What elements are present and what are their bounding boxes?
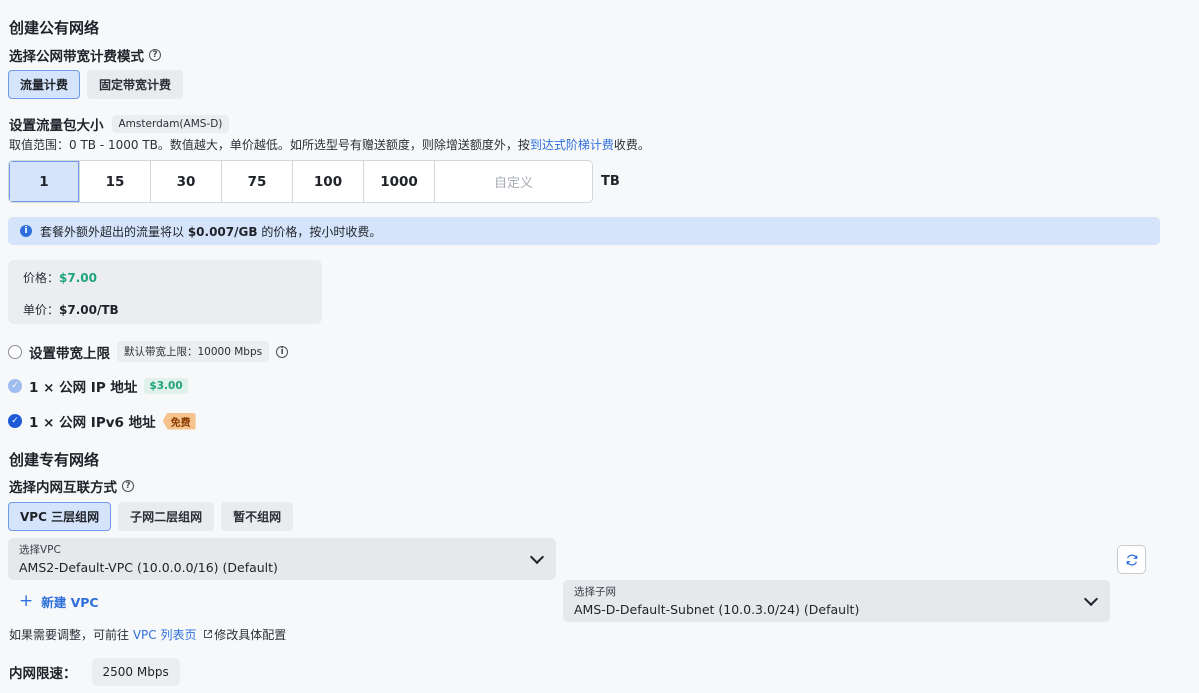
new-vpc-label: 新建 VPC: [41, 594, 99, 610]
traffic-size-selector: 1 15 30 75 100 1000 自定义 TB: [8, 160, 620, 203]
new-vpc-button[interactable]: + 新建 VPC: [19, 591, 99, 611]
ipv4-label: 1 × 公网 IP 地址: [29, 380, 138, 396]
range-text-prefix: 取值范围：0 TB - 1000 TB。数值越大，单价越低。如所选型号有赠送额度…: [9, 138, 530, 152]
size-option-75[interactable]: 75: [222, 161, 293, 202]
traffic-size-options: 1 15 30 75 100 1000 自定义: [8, 160, 593, 203]
size-option-30[interactable]: 30: [151, 161, 222, 202]
internal-speed-row: 内网限速： 2500 Mbps: [9, 658, 180, 686]
mode-vpc-button[interactable]: VPC 三层组网: [8, 502, 112, 531]
interconnect-mode-title-text: 选择内网互联方式: [9, 480, 117, 496]
bandwidth-limit-radio[interactable]: [8, 344, 22, 359]
internal-speed-value: 2500 Mbps: [91, 658, 180, 686]
bandwidth-limit-option[interactable]: 设置带宽上限 默认带宽上限：10000 Mbps i: [8, 341, 289, 362]
unit-price-label: 单价：: [23, 303, 60, 317]
mode-subnet-button[interactable]: 子网二层组网: [118, 502, 215, 531]
external-link-icon[interactable]: [203, 629, 213, 639]
billing-mode-title: 选择公网带宽计费模式 ?: [9, 45, 161, 65]
price-value: $7.00: [59, 271, 97, 285]
adjust-prefix: 如果需要调整，可前往: [9, 628, 133, 642]
adjust-suffix: 修改具体配置: [214, 628, 287, 642]
help-circle-icon[interactable]: ?: [122, 480, 134, 492]
billing-mode-traffic-button[interactable]: 流量计费: [8, 70, 81, 99]
notice-suffix: 的价格，按小时收费。: [257, 224, 382, 239]
size-option-15[interactable]: 15: [80, 161, 151, 202]
plus-icon: +: [19, 591, 34, 611]
size-option-100[interactable]: 100: [293, 161, 364, 202]
vpc-select[interactable]: 选择VPC AMS2-Default-VPC (10.0.0.0/16) (De…: [8, 538, 556, 580]
help-circle-icon[interactable]: ?: [149, 49, 161, 61]
unit-price-value: $7.00/TB: [59, 303, 119, 317]
refresh-icon: [1126, 553, 1137, 566]
vpc-list-link[interactable]: VPC 列表页: [133, 628, 197, 642]
traffic-size-title-text: 设置流量包大小: [9, 118, 104, 134]
size-unit: TB: [601, 174, 620, 189]
ipv4-price-badge: $3.00: [144, 378, 188, 394]
interconnect-mode-title: 选择内网互联方式 ?: [9, 476, 134, 496]
price-label: 价格：: [23, 271, 60, 285]
ipv6-label: 1 × 公网 IPv6 地址: [29, 415, 156, 431]
adjust-hint: 如果需要调整，可前往 VPC 列表页 修改具体配置: [9, 626, 286, 643]
custom-size-input[interactable]: 自定义: [435, 161, 592, 202]
interconnect-mode-segment: VPC 三层组网 子网二层组网 暂不组网: [8, 502, 294, 531]
bandwidth-limit-label: 设置带宽上限: [29, 345, 110, 362]
price-summary: 价格：$7.00 单价：$7.00/TB: [8, 260, 322, 324]
subnet-select-value: AMS-D-Default-Subnet (10.0.3.0/24) (Defa…: [574, 602, 860, 617]
range-description: 取值范围：0 TB - 1000 TB。数值越大，单价越低。如所选型号有赠送额度…: [9, 136, 650, 153]
size-option-1[interactable]: 1: [9, 161, 80, 202]
free-badge: 免费: [162, 412, 196, 430]
billing-mode-fixed-button[interactable]: 固定带宽计费: [87, 70, 184, 99]
check-icon[interactable]: ✓: [8, 379, 22, 393]
range-text-suffix: 收费。: [613, 138, 650, 152]
vpc-select-label: 选择VPC: [19, 544, 61, 556]
info-icon: i: [20, 225, 32, 237]
subnet-select-label: 选择子网: [574, 586, 616, 598]
notice-prefix: 套餐外额外超出的流量将以: [40, 224, 188, 239]
price-row: 价格：$7.00: [23, 269, 97, 286]
traffic-size-title: 设置流量包大小 Amsterdam(AMS-D): [9, 114, 230, 134]
private-network-title: 创建专有网络: [9, 451, 100, 469]
notice-price: $0.007/GB: [187, 224, 258, 239]
bandwidth-limit-tag: 默认带宽上限：10000 Mbps: [117, 341, 270, 362]
vpc-select-value: AMS2-Default-VPC (10.0.0.0/16) (Default): [19, 560, 278, 575]
ipv6-option[interactable]: ✓ 1 × 公网 IPv6 地址 免费: [8, 411, 196, 431]
internal-speed-label: 内网限速：: [9, 666, 77, 682]
tiered-billing-link[interactable]: 到达式阶梯计费: [530, 138, 614, 152]
region-tag: Amsterdam(AMS-D): [111, 115, 230, 133]
subnet-select[interactable]: 选择子网 AMS-D-Default-Subnet (10.0.3.0/24) …: [563, 580, 1110, 622]
billing-mode-segment: 流量计费 固定带宽计费: [8, 70, 184, 99]
overage-notice-text: 套餐外额外超出的流量将以 $0.007/GB 的价格，按小时收费。: [40, 223, 381, 240]
refresh-button[interactable]: [1117, 545, 1146, 574]
unit-price-row: 单价：$7.00/TB: [23, 301, 119, 318]
mode-none-button[interactable]: 暂不组网: [221, 502, 294, 531]
public-network-title: 创建公有网络: [9, 19, 100, 37]
info-circle-icon[interactable]: i: [276, 345, 289, 358]
check-icon[interactable]: ✓: [8, 414, 22, 428]
overage-notice: i 套餐外额外超出的流量将以 $0.007/GB 的价格，按小时收费。: [8, 217, 1160, 245]
ipv4-option[interactable]: ✓ 1 × 公网 IP 地址 $3.00: [8, 376, 188, 396]
size-option-1000[interactable]: 1000: [364, 161, 435, 202]
billing-mode-title-text: 选择公网带宽计费模式: [9, 49, 144, 65]
